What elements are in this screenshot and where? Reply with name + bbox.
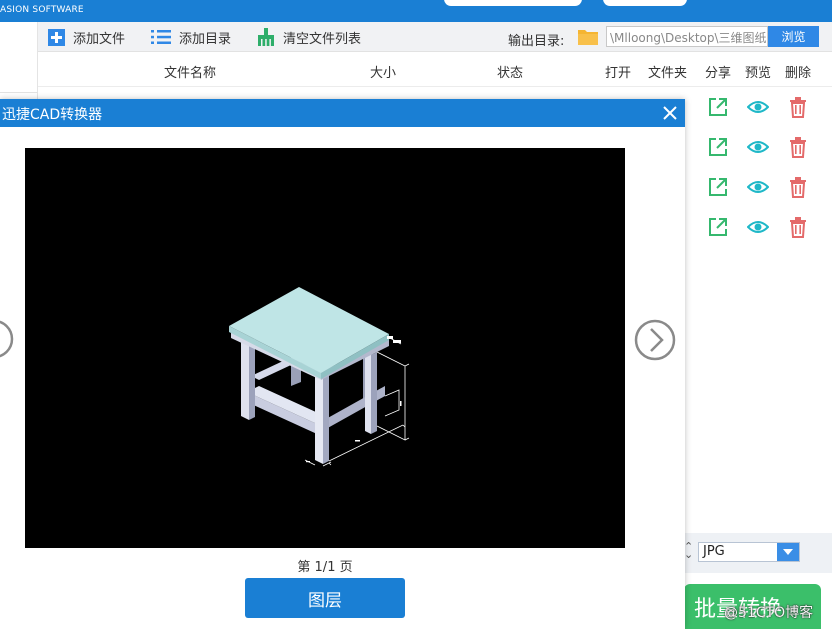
output-path-input[interactable]: \Mlloong\Desktop\三维图纸 <box>606 26 768 47</box>
output-dir-label: 输出目录: <box>508 34 565 49</box>
col-share: 分享 <box>705 66 732 81</box>
left-divider <box>0 92 38 93</box>
col-status: 状态 <box>497 66 524 81</box>
header-pill-button-2[interactable] <box>603 0 687 6</box>
col-preview: 预览 <box>745 66 772 81</box>
app-window: ASION SOFTWARE 添加文件 添加目录 清空文件列表 输出目录: \M… <box>0 0 832 629</box>
add-file-label: 添加文件 <box>73 31 126 47</box>
trash-icon[interactable] <box>787 216 809 238</box>
trash-icon[interactable] <box>787 176 809 198</box>
front-leg <box>315 374 323 464</box>
col-folder: 文件夹 <box>648 66 688 81</box>
preview-dialog: 迅捷CAD转换器 第 1/1 页 图层 <box>0 99 685 629</box>
cad-drawing <box>229 287 410 467</box>
eye-icon[interactable] <box>747 176 769 198</box>
format-select[interactable]: JPG <box>698 542 800 562</box>
add-directory-button[interactable]: 添加目录 <box>151 28 232 47</box>
add-directory-label: 添加目录 <box>179 31 232 47</box>
eye-icon[interactable] <box>747 136 769 158</box>
list-icon <box>151 30 171 44</box>
trash-icon[interactable] <box>787 136 809 158</box>
share-icon[interactable] <box>707 136 729 158</box>
share-icon[interactable] <box>707 216 729 238</box>
spinner-arrows-icon[interactable]: ⌃ ⌄ <box>684 541 693 560</box>
eye-icon[interactable] <box>747 96 769 118</box>
eye-icon[interactable] <box>747 216 769 238</box>
cad-preview-canvas <box>25 148 625 548</box>
col-delete: 删除 <box>785 66 812 81</box>
layer-button[interactable]: 图层 <box>245 578 405 618</box>
front-leg <box>241 338 249 420</box>
browse-button[interactable]: 浏览 <box>768 26 819 47</box>
col-size: 大小 <box>370 66 397 81</box>
plus-icon <box>48 28 65 46</box>
format-select-value: JPG <box>703 544 725 559</box>
chevron-down-icon[interactable] <box>777 543 799 561</box>
toolbar: 添加文件 添加目录 清空文件列表 输出目录: \Mlloong\Desktop\… <box>38 22 832 52</box>
front-leg <box>323 375 329 464</box>
front-leg <box>365 352 371 434</box>
share-icon[interactable] <box>707 176 729 198</box>
chevron-right-icon[interactable] <box>634 319 676 361</box>
brand-text: ASION SOFTWARE <box>0 5 84 15</box>
page-indicator: 第 1/1 页 <box>297 560 353 575</box>
col-open: 打开 <box>605 66 632 81</box>
col-filename: 文件名称 <box>164 66 217 81</box>
dialog-header: 迅捷CAD转换器 <box>0 99 685 127</box>
front-leg <box>249 339 255 420</box>
chevron-left-icon[interactable] <box>0 319 14 359</box>
add-file-button[interactable]: 添加文件 <box>48 28 126 47</box>
folder-icon[interactable] <box>578 28 598 45</box>
broom-icon <box>258 28 274 46</box>
clear-list-label: 清空文件列表 <box>283 31 362 47</box>
trash-icon[interactable] <box>787 96 809 118</box>
close-icon[interactable] <box>662 105 678 121</box>
share-icon[interactable] <box>707 96 729 118</box>
front-leg <box>371 352 377 434</box>
title-bar: ASION SOFTWARE <box>0 0 832 22</box>
header-pill-button[interactable] <box>444 0 582 6</box>
watermark-text: @51CTO博客 <box>724 605 814 621</box>
file-table-header: 文件名称 大小 状态 打开 文件夹 分享 预览 删除 <box>38 53 832 87</box>
dialog-title: 迅捷CAD转换器 <box>2 107 103 123</box>
clear-list-button[interactable]: 清空文件列表 <box>257 28 362 47</box>
